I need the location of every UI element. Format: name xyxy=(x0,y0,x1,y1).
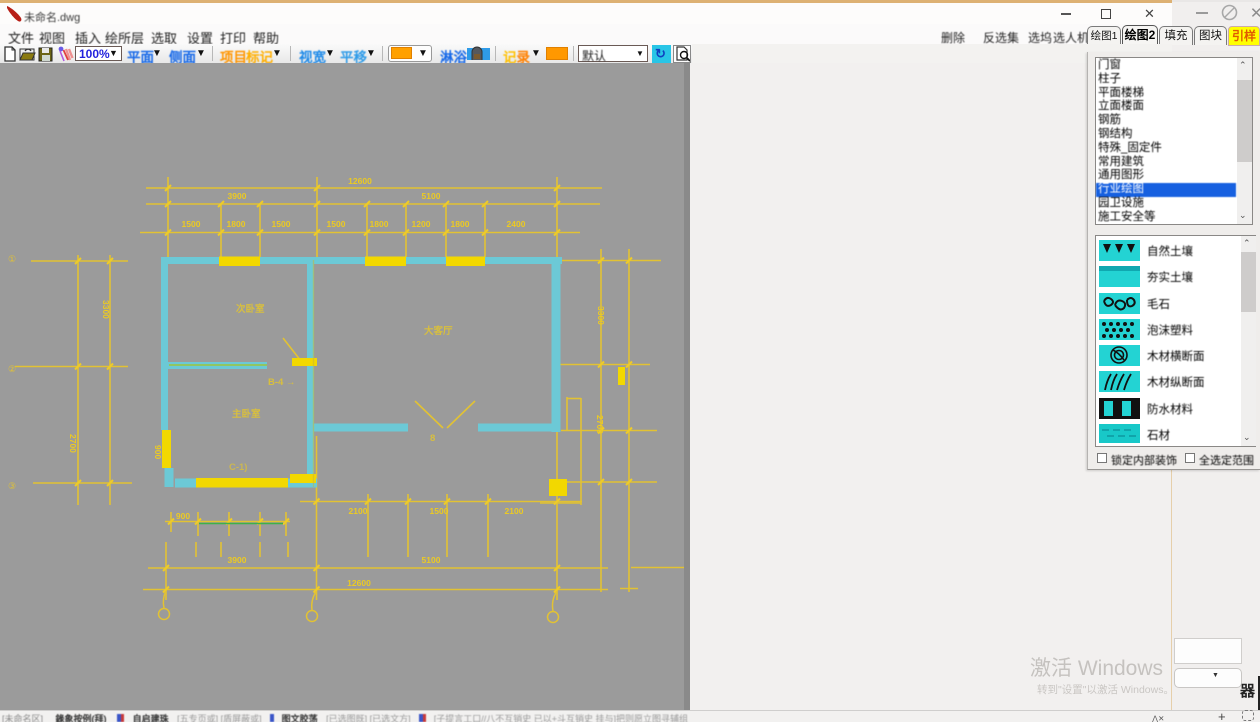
svg-text:2100: 2100 xyxy=(505,506,524,516)
svg-text:12600: 12600 xyxy=(347,578,371,588)
svg-text:③: ③ xyxy=(8,481,16,491)
svg-text:3300: 3300 xyxy=(596,306,606,325)
svg-text:1500: 1500 xyxy=(430,506,449,516)
svg-text:1800: 1800 xyxy=(451,219,470,229)
svg-text:②: ② xyxy=(8,364,16,374)
svg-text:大客厅: 大客厅 xyxy=(424,325,453,337)
svg-text:①: ① xyxy=(8,254,16,264)
svg-text:2100: 2100 xyxy=(349,506,368,516)
svg-text:B-4 →: B-4 → xyxy=(268,377,295,388)
svg-text:2700: 2700 xyxy=(595,415,605,434)
svg-text:2700: 2700 xyxy=(68,434,78,453)
svg-text:1200: 1200 xyxy=(412,219,431,229)
svg-text:8: 8 xyxy=(430,433,435,444)
svg-text:1800: 1800 xyxy=(370,219,389,229)
svg-text:1500: 1500 xyxy=(327,219,346,229)
svg-text:主卧室: 主卧室 xyxy=(232,408,261,420)
svg-text:3900: 3900 xyxy=(228,191,247,201)
svg-text:900: 900 xyxy=(176,511,190,521)
svg-text:5100: 5100 xyxy=(422,555,441,565)
svg-text:900: 900 xyxy=(153,445,163,459)
svg-text:3300: 3300 xyxy=(101,300,111,319)
svg-text:次卧室: 次卧室 xyxy=(236,303,265,315)
svg-text:1500: 1500 xyxy=(272,219,291,229)
svg-text:3900: 3900 xyxy=(228,555,247,565)
svg-text:1500: 1500 xyxy=(182,219,201,229)
svg-text:12600: 12600 xyxy=(348,176,372,186)
svg-text:C-1): C-1) xyxy=(229,462,247,473)
svg-text:5100: 5100 xyxy=(422,191,441,201)
svg-text:1800: 1800 xyxy=(227,219,246,229)
svg-text:2400: 2400 xyxy=(507,219,526,229)
